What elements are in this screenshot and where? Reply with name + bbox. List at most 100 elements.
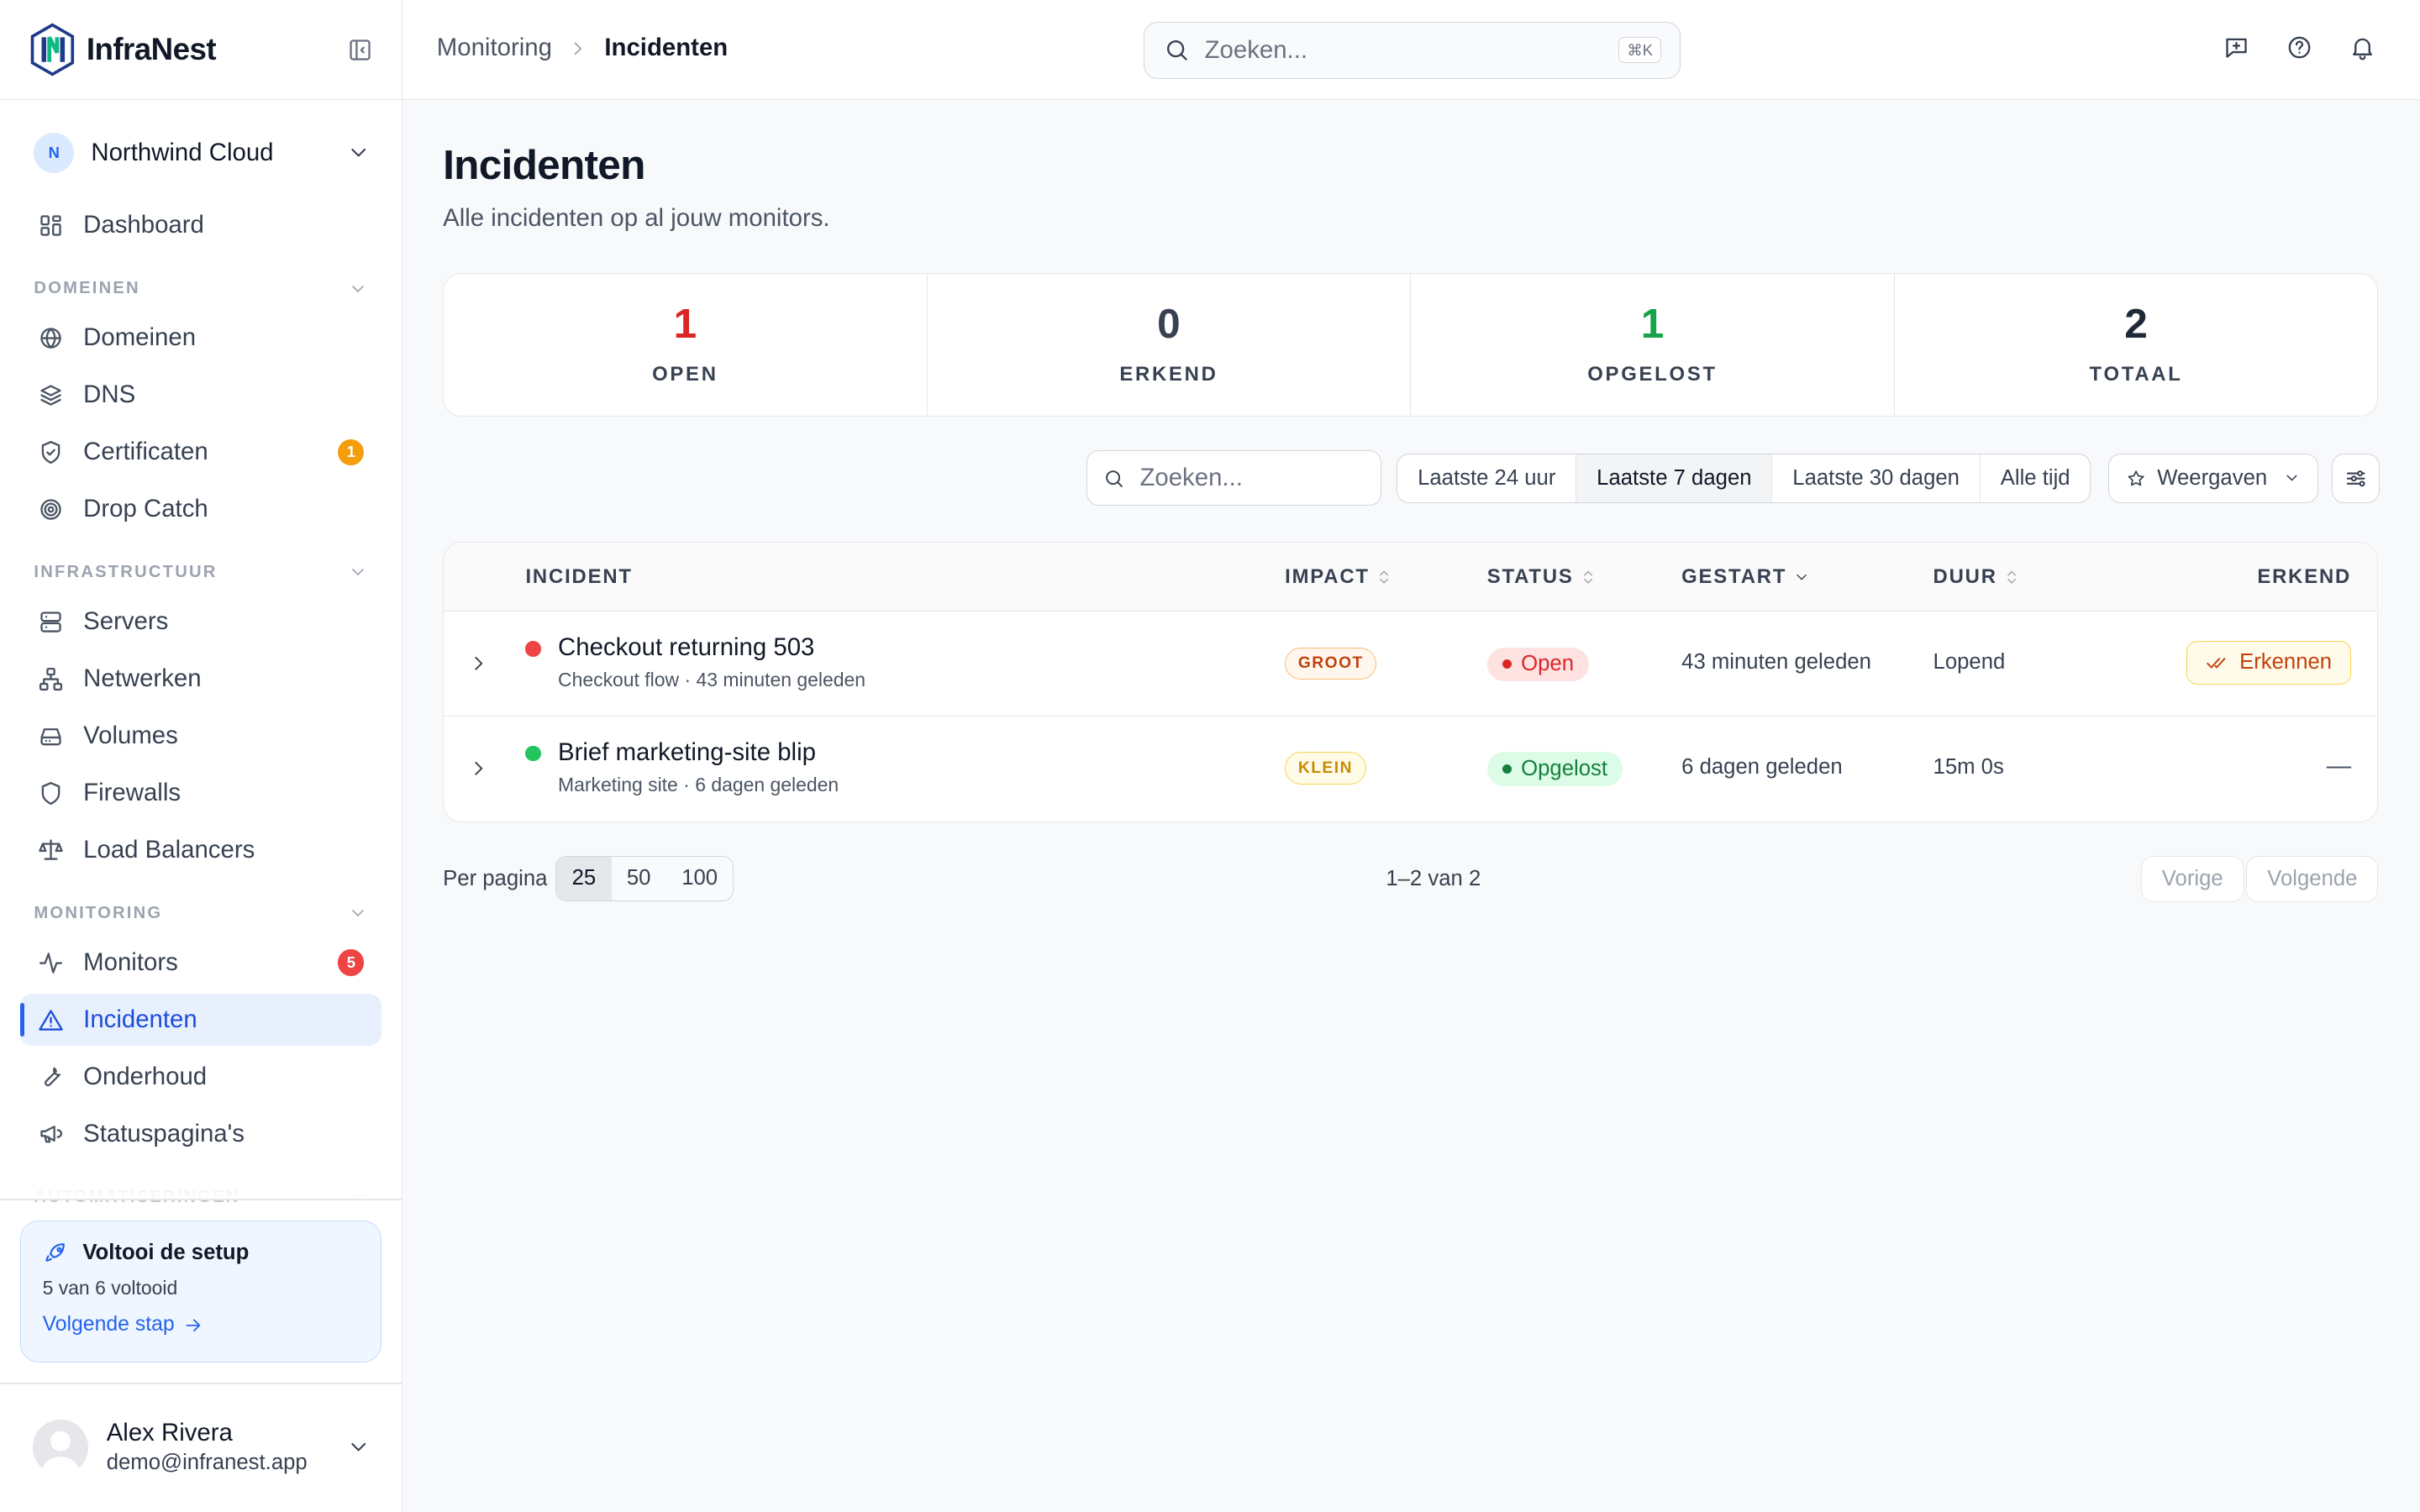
- col-label: STATUS: [1486, 565, 1574, 589]
- help-icon[interactable]: [2286, 34, 2313, 61]
- sidebar-item-label: Firewalls: [83, 779, 182, 807]
- range-all[interactable]: Alle tijd: [1981, 454, 2091, 502]
- range-30d[interactable]: Laatste 30 dagen: [1772, 454, 1981, 502]
- sidebar-item-label: Certificaten: [83, 438, 208, 466]
- time-range-selector: Laatste 24 uur Laatste 7 dagen Laatste 3…: [1397, 453, 2091, 503]
- sidebar-item-label: Netwerken: [83, 664, 202, 693]
- brand-bar: InfraNest: [0, 0, 402, 101]
- sidebar-item-volumes[interactable]: Volumes: [20, 710, 381, 762]
- section-infrastructure[interactable]: INFRASTRUCTUUR: [34, 560, 368, 585]
- col-acknowledged: ERKEND: [2257, 565, 2351, 589]
- stat-open[interactable]: 1 OPEN: [444, 274, 928, 416]
- expand-chevron-icon[interactable]: [467, 652, 491, 675]
- expand-chevron-icon[interactable]: [467, 757, 491, 780]
- sidebar-item-drop-catch[interactable]: Drop Catch: [20, 483, 381, 535]
- incident-age: 43 minuten geleden: [696, 669, 866, 691]
- sidebar-item-monitors[interactable]: Monitors 5: [20, 937, 381, 989]
- sidebar-item-dns[interactable]: DNS: [20, 369, 381, 421]
- col-label: INCIDENT: [525, 565, 633, 589]
- topbar-actions: [2223, 34, 2377, 61]
- sidebar-item-servers[interactable]: Servers: [20, 596, 381, 648]
- sort-icon: [1380, 570, 1389, 584]
- page-subtitle: Alle incidenten op al jouw monitors.: [443, 204, 830, 233]
- next-button[interactable]: Volgende: [2246, 856, 2379, 903]
- sort-icon: [1584, 570, 1593, 584]
- views-dropdown[interactable]: Weergaven: [2107, 453, 2318, 503]
- stat-value: 0: [1157, 299, 1181, 347]
- pagination: Per pagina 25 50 100 1–2 van 2 Vorige Vo…: [443, 856, 2379, 903]
- sidebar-item-load-balancers[interactable]: Load Balancers: [20, 824, 381, 876]
- sidebar-item-certificates[interactable]: Certificaten 1: [20, 426, 381, 478]
- sidebar-item-firewalls[interactable]: Firewalls: [20, 767, 381, 819]
- col-duration[interactable]: DUUR: [1933, 565, 2021, 589]
- section-monitoring[interactable]: MONITORING: [34, 901, 368, 926]
- per-page-25[interactable]: 25: [556, 857, 612, 900]
- brand-logo-link[interactable]: InfraNest: [28, 22, 217, 77]
- org-switcher[interactable]: N Northwind Cloud: [34, 129, 371, 176]
- table-row[interactable]: Checkout returning 503 Checkout flow · 4…: [444, 612, 2378, 717]
- sidebar-item-incidents[interactable]: Incidenten: [19, 993, 381, 1047]
- stat-acknowledged[interactable]: 0 ERKEND: [928, 274, 1412, 416]
- sidebar-collapse-icon[interactable]: [346, 36, 374, 64]
- shield-check-icon: [41, 440, 60, 464]
- setup-progress: 5 van 6 voltooid: [42, 1276, 178, 1299]
- chevron-down-icon: [351, 149, 366, 157]
- views-label: Weergaven: [2157, 465, 2268, 490]
- incident-title[interactable]: Checkout returning 503: [558, 633, 814, 662]
- breadcrumb-parent[interactable]: Monitoring: [437, 34, 552, 62]
- rocket-icon: [45, 1242, 65, 1262]
- col-status[interactable]: STATUS: [1487, 565, 1597, 589]
- stat-resolved[interactable]: 1 OPGELOST: [1411, 274, 1895, 416]
- per-page-50[interactable]: 50: [612, 857, 666, 900]
- wrench-icon: [45, 1068, 61, 1087]
- chevron-down-icon: [352, 910, 364, 917]
- incidents-table: INCIDENT IMPACT STATUS GESTART DUUR ERKE…: [443, 541, 2379, 822]
- sidebar-item-domains[interactable]: Domeinen: [20, 312, 381, 364]
- org-name: Northwind Cloud: [91, 138, 274, 166]
- incident-meta: Checkout flow · 43 minuten geleden: [558, 669, 865, 691]
- sidebar-item-maintenance[interactable]: Onderhoud: [20, 1051, 381, 1103]
- sidebar-item-status-pages[interactable]: Statuspagina's: [20, 1108, 381, 1160]
- incident-search-input[interactable]: Zoeken...: [1086, 450, 1381, 507]
- next-step-link[interactable]: Volgende stap: [43, 1313, 359, 1336]
- certificates-badge: 1: [338, 438, 365, 465]
- acknowledge-label: Erkennen: [2239, 650, 2333, 675]
- shield-icon: [41, 781, 60, 805]
- check-check-icon: [2206, 658, 2226, 669]
- filter-bar: Zoeken... Laatste 24 uur Laatste 7 dagen…: [443, 450, 2381, 507]
- range-7d[interactable]: Laatste 7 dagen: [1576, 454, 1773, 502]
- acknowledge-button[interactable]: Erkennen: [2186, 641, 2352, 685]
- started-cell: 6 dagen geleden: [1681, 755, 1843, 780]
- previous-button[interactable]: Vorige: [2140, 856, 2244, 903]
- column-settings-button[interactable]: [2332, 453, 2381, 503]
- setup-title: Voltooi de setup: [82, 1240, 250, 1264]
- star-icon: [2128, 470, 2144, 486]
- sidebar-item-label: Domeinen: [83, 323, 197, 352]
- sidebar-item-networks[interactable]: Netwerken: [20, 653, 381, 705]
- sidebar: InfraNest N Northwind Cloud Dashboard DO…: [0, 0, 403, 1512]
- sidebar-item-dashboard[interactable]: Dashboard: [20, 199, 381, 251]
- global-search-input[interactable]: Zoeken... ⌘K: [1143, 21, 1681, 79]
- per-page-100[interactable]: 100: [666, 857, 734, 900]
- scale-icon: [39, 839, 63, 861]
- server-icon: [40, 611, 61, 633]
- incident-title[interactable]: Brief marketing-site blip: [558, 738, 816, 767]
- arrow-right-icon: [186, 1319, 201, 1331]
- status-dot: [525, 746, 541, 762]
- stats-card: 1 OPEN 0 ERKEND 1 OPGELOST 2 TOTAAL: [443, 273, 2379, 417]
- stat-label: TOTAAL: [2089, 363, 2183, 386]
- sidebar-item-label: Monitors: [83, 948, 178, 977]
- section-domains[interactable]: DOMEINEN: [34, 276, 368, 301]
- layers-icon: [40, 384, 61, 406]
- duration-cell: 15m 0s: [1933, 755, 2004, 780]
- table-row[interactable]: Brief marketing-site blip Marketing site…: [444, 717, 2377, 822]
- bell-icon[interactable]: [2349, 34, 2376, 61]
- user-menu[interactable]: Alex Rivera demo@infranest.app: [32, 1416, 371, 1478]
- range-24h[interactable]: Laatste 24 uur: [1397, 454, 1577, 502]
- feedback-icon[interactable]: [2223, 34, 2250, 61]
- status-badge: Open: [1486, 647, 1590, 681]
- col-impact[interactable]: IMPACT: [1285, 565, 1392, 589]
- stat-total[interactable]: 2 TOTAAL: [1895, 274, 2378, 416]
- search-shortcut: ⌘K: [1618, 37, 1662, 64]
- col-started[interactable]: GESTART: [1681, 565, 1810, 589]
